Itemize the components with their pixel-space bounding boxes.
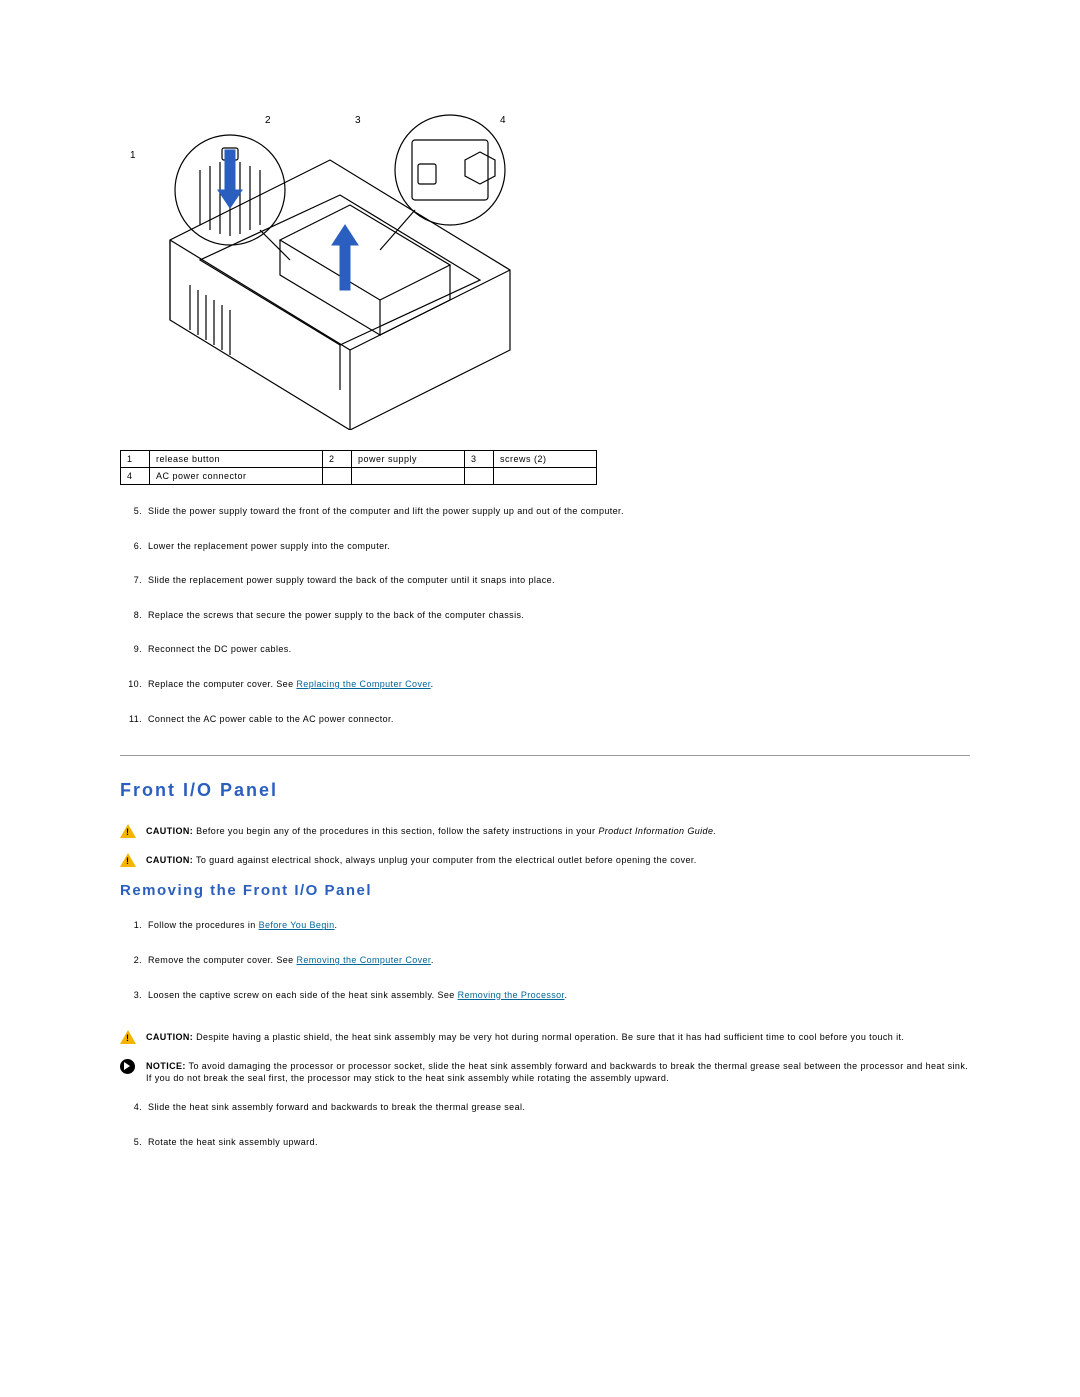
notice-thermal-seal: NOTICE: To avoid damaging the processor …	[120, 1060, 970, 1085]
caution-heatsink-hot: CAUTION: Despite having a plastic shield…	[120, 1031, 970, 1044]
step-b2: 2.Remove the computer cover. See Removin…	[120, 954, 970, 967]
steps-remove-io: 1.Follow the procedures in Before You Be…	[120, 919, 970, 1001]
heading-removing-front-io: Removing the Front I/O Panel	[120, 882, 970, 899]
steps-heatsink: 4.Slide the heat sink assembly forward a…	[120, 1101, 970, 1148]
step-5: 5.Slide the power supply toward the fron…	[120, 505, 970, 518]
step-7: 7.Slide the replacement power supply tow…	[120, 574, 970, 587]
notice-icon	[120, 1059, 138, 1077]
caution-safety: CAUTION: Before you begin any of the pro…	[120, 825, 970, 838]
legend-table: 1 release button 2 power supply 3 screws…	[120, 450, 597, 485]
section-divider	[120, 755, 970, 756]
step-11: 11.Connect the AC power cable to the AC …	[120, 713, 970, 726]
legend-2-val: power supply	[352, 451, 465, 468]
step-b1: 1.Follow the procedures in Before You Be…	[120, 919, 970, 932]
legend-1-val: release button	[150, 451, 323, 468]
caution-icon	[120, 1030, 138, 1048]
link-replacing-cover[interactable]: Replacing the Computer Cover	[296, 679, 430, 689]
caution-shock: CAUTION: To guard against electrical sho…	[120, 854, 970, 867]
caution-icon	[120, 824, 138, 842]
step-c5: 5.Rotate the heat sink assembly upward.	[120, 1136, 970, 1149]
step-10: 10.Replace the computer cover. See Repla…	[120, 678, 970, 691]
legend-4-num: 4	[121, 468, 150, 485]
psu-diagram-svg	[130, 90, 550, 430]
step-c4: 4.Slide the heat sink assembly forward a…	[120, 1101, 970, 1114]
steps-power-supply: 5.Slide the power supply toward the fron…	[120, 505, 970, 725]
legend-3-num: 3	[465, 451, 494, 468]
link-removing-cover[interactable]: Removing the Computer Cover	[296, 955, 430, 965]
legend-3-val: screws (2)	[494, 451, 597, 468]
callout-4: 4	[500, 115, 506, 126]
legend-1-num: 1	[121, 451, 150, 468]
legend-4-val: AC power connector	[150, 468, 323, 485]
link-removing-processor[interactable]: Removing the Processor	[458, 990, 565, 1000]
step-9: 9.Reconnect the DC power cables.	[120, 643, 970, 656]
step-8: 8.Replace the screws that secure the pow…	[120, 609, 970, 622]
step-b3: 3.Loosen the captive screw on each side …	[120, 989, 970, 1002]
link-before-you-begin[interactable]: Before You Begin	[259, 920, 335, 930]
psu-diagram: 1 2 3 4	[130, 90, 550, 430]
callout-2: 2	[265, 115, 271, 126]
callout-1: 1	[130, 150, 136, 161]
legend-2-num: 2	[323, 451, 352, 468]
heading-front-io-panel: Front I/O Panel	[120, 780, 970, 801]
step-6: 6.Lower the replacement power supply int…	[120, 540, 970, 553]
caution-icon	[120, 853, 138, 871]
callout-3: 3	[355, 115, 361, 126]
